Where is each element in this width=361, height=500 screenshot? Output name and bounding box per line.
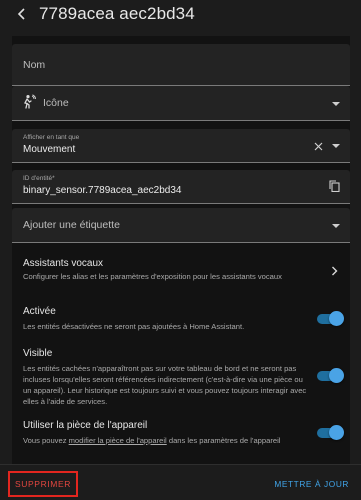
use-device-area-description: Vous pouvez modifier la pièce de l'appar… xyxy=(23,435,308,446)
visible-toggle[interactable] xyxy=(317,368,344,383)
use-device-area-setting: Utiliser la pièce de l'appareil Vous pou… xyxy=(12,418,350,450)
back-button[interactable] xyxy=(12,6,32,26)
enabled-title: Activée xyxy=(23,306,56,317)
motion-sensor-icon xyxy=(21,94,37,115)
entity-settings-dialog: 7789acea aec2bd34 Nom Icône Afficher en … xyxy=(0,0,361,500)
arrow-back-icon xyxy=(16,7,28,25)
name-field[interactable]: Nom xyxy=(12,44,350,86)
visible-setting: Visible Les entités cachées n'apparaîtro… xyxy=(12,346,350,408)
dialog-content: Nom Icône Afficher en tant que Mouvement xyxy=(12,36,350,464)
show-as-dropdown-icon[interactable] xyxy=(332,144,340,148)
description-text: dans les paramètres de l'appareil xyxy=(166,436,281,445)
delete-button[interactable]: SUPPRIMER xyxy=(8,471,78,497)
use-device-area-toggle[interactable] xyxy=(317,425,344,440)
description-text: Vous pouvez xyxy=(23,436,69,445)
page-title: 7789acea aec2bd34 xyxy=(39,4,195,23)
enabled-description: Les entités désactivées ne seront pas aj… xyxy=(23,322,245,331)
use-device-area-title: Utiliser la pièce de l'appareil xyxy=(23,420,148,431)
copy-icon[interactable] xyxy=(327,179,341,193)
toggle-thumb xyxy=(329,368,344,383)
entity-id-field[interactable]: ID d'entité* binary_sensor.7789acea_aec2… xyxy=(12,170,350,204)
enabled-setting: Activée Les entités désactivées ne seron… xyxy=(12,302,350,336)
visible-description: Les entités cachées n'apparaîtront pas s… xyxy=(23,364,307,406)
icon-field[interactable]: Icône xyxy=(12,86,350,121)
dialog-header: 7789acea aec2bd34 xyxy=(0,0,361,36)
show-as-value: Mouvement xyxy=(23,144,76,155)
chevron-right-icon xyxy=(331,263,338,281)
modify-device-area-link[interactable]: modifier la pièce de l'appareil xyxy=(69,436,167,445)
entity-id-value: binary_sensor.7789acea_aec2bd34 xyxy=(23,185,182,196)
clear-icon[interactable] xyxy=(312,140,324,152)
icon-dropdown-icon[interactable] xyxy=(332,102,340,106)
add-label-field[interactable]: Ajouter une étiquette xyxy=(12,208,350,243)
voice-assistants-title: Assistants vocaux xyxy=(23,258,104,269)
add-label-dropdown-icon[interactable] xyxy=(332,224,340,228)
name-field-placeholder: Nom xyxy=(23,59,46,71)
add-label-text: Ajouter une étiquette xyxy=(23,219,120,231)
footer-divider xyxy=(0,464,361,465)
entity-id-label: ID d'entité* xyxy=(23,175,55,182)
visible-title: Visible xyxy=(23,348,53,359)
update-button[interactable]: METTRE À JOUR xyxy=(274,476,349,492)
icon-field-label: Icône xyxy=(43,97,69,109)
enabled-toggle[interactable] xyxy=(317,311,344,326)
toggle-thumb xyxy=(329,425,344,440)
show-as-label: Afficher en tant que xyxy=(23,134,80,141)
toggle-thumb xyxy=(329,311,344,326)
voice-assistants-row[interactable]: Assistants vocaux Configurer les alias e… xyxy=(12,250,350,286)
show-as-select[interactable]: Afficher en tant que Mouvement xyxy=(12,129,350,163)
voice-assistants-description: Configurer les alias et les paramètres d… xyxy=(23,272,282,281)
